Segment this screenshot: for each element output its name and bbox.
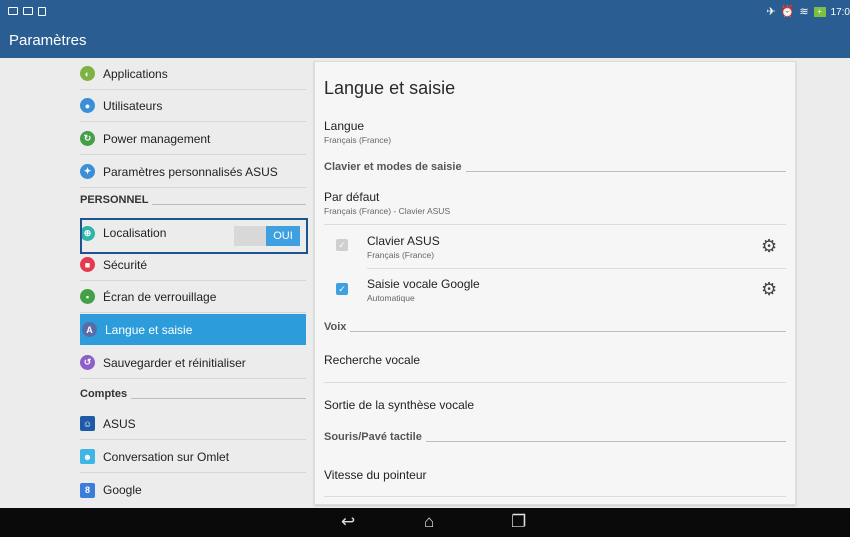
sidebar-item-applications[interactable]: ◐ Applications	[80, 58, 306, 90]
sidebar-item-label: Sauvegarder et réinitialiser	[103, 355, 246, 370]
language-value: Français (France)	[324, 135, 392, 145]
applications-icon: ◐	[80, 66, 95, 81]
sidebar-item-label: Utilisateurs	[103, 98, 163, 113]
language-setting[interactable]: Langue Français (France)	[324, 119, 786, 145]
default-keyboard-setting[interactable]: Par défaut Français (France) - Clavier A…	[324, 190, 786, 216]
divider	[131, 397, 306, 399]
divider	[324, 382, 786, 383]
battery-icon: +	[813, 7, 826, 17]
localisation-focus-box: OUI	[80, 218, 308, 254]
sidebar-item-label: Sécurité	[103, 257, 148, 272]
tts-label: Sortie de la synthèse vocale	[324, 398, 475, 412]
gallery-icon	[23, 7, 33, 15]
toggle-on-label: OUI	[266, 226, 300, 246]
google-voice-value: Automatique	[367, 293, 415, 303]
sidebar-item-label: Conversation sur Omlet	[103, 449, 230, 464]
omlet-icon: ☻	[80, 449, 95, 464]
lock-screen-icon: ▪	[80, 289, 95, 304]
settings-sidebar: ◐ Applications ● Utilisateurs ↻ Power ma…	[72, 58, 306, 508]
asus-custom-icon: ✦	[80, 164, 95, 179]
sidebar-item-asus-custom[interactable]: ✦ Paramètres personnalisés ASUS	[80, 156, 306, 188]
gear-icon[interactable]: ⚙	[761, 237, 777, 255]
sidebar-item-asus-account[interactable]: ☺ ASUS	[80, 408, 306, 440]
asus-keyboard-label: Clavier ASUS	[367, 234, 440, 248]
asus-keyboard-checkbox[interactable]: ✓	[336, 239, 348, 251]
file-icon	[38, 7, 46, 16]
sidebar-item-label: ASUS	[103, 416, 136, 431]
section-label: Voix	[324, 321, 347, 333]
users-icon: ●	[80, 98, 95, 113]
default-label: Par défaut	[324, 190, 380, 204]
mute-icon: ✈	[766, 6, 776, 18]
lock-icon: ■	[80, 257, 95, 272]
section-label: Clavier et modes de saisie	[324, 161, 462, 173]
section-label: PERSONNEL	[80, 194, 149, 206]
section-label: Souris/Pavé tactile	[324, 431, 422, 443]
sidebar-item-google[interactable]: 8 Google	[80, 474, 306, 506]
wifi-icon: ≋	[799, 6, 809, 18]
google-icon: 8	[80, 482, 95, 498]
divider	[350, 330, 786, 332]
google-voice-setting[interactable]: Saisie vocale Google Automatique	[367, 277, 747, 303]
section-comptes: Comptes	[80, 380, 306, 408]
status-bar: ✈ ⏰ ≋ + 17:0	[0, 0, 850, 25]
asus-keyboard-setting[interactable]: Clavier ASUS Français (France)	[367, 234, 747, 260]
pointer-speed-setting[interactable]: Vitesse du pointeur	[324, 468, 786, 482]
clock: 17:0	[830, 6, 850, 18]
sidebar-item-label: Power management	[103, 131, 211, 146]
section-mouse: Souris/Pavé tactile	[324, 430, 786, 444]
divider	[367, 268, 786, 269]
back-icon[interactable]: ↩	[341, 511, 355, 533]
voice-search-setting[interactable]: Recherche vocale	[324, 353, 786, 367]
sidebar-item-users[interactable]: ● Utilisateurs	[80, 90, 306, 122]
sidebar-item-lock-screen[interactable]: ▪ Écran de verrouillage	[80, 281, 306, 313]
default-value: Français (France) - Clavier ASUS	[324, 206, 451, 216]
sidebar-item-language[interactable]: A Langue et saisie	[80, 314, 306, 345]
sidebar-item-backup[interactable]: ↺ Sauvegarder et réinitialiser	[80, 347, 306, 379]
sidebar-item-label: Paramètres personnalisés ASUS	[103, 164, 278, 179]
alarm-icon: ⏰	[780, 6, 795, 18]
localisation-toggle[interactable]: OUI	[234, 226, 300, 246]
power-icon: ↻	[80, 131, 95, 146]
divider	[425, 440, 786, 442]
backup-icon: ↺	[80, 355, 95, 370]
divider	[324, 496, 786, 497]
language-label: Langue	[324, 119, 365, 133]
navigation-bar: ↩ ⌂ ❐	[0, 508, 850, 537]
sidebar-item-label: Écran de verrouillage	[103, 289, 217, 304]
screenshot-icon	[8, 7, 18, 15]
language-input-panel: Langue et saisie Langue Français (France…	[314, 61, 796, 505]
google-voice-label: Saisie vocale Google	[367, 277, 480, 291]
recents-icon[interactable]: ❐	[511, 511, 526, 533]
home-icon[interactable]: ⌂	[424, 511, 434, 533]
section-voice: Voix	[324, 320, 786, 334]
section-personnel: PERSONNEL	[80, 186, 306, 214]
divider	[465, 170, 786, 172]
section-label: Comptes	[80, 388, 128, 400]
asus-keyboard-value: Français (France)	[367, 250, 435, 260]
pointer-speed-label: Vitesse du pointeur	[324, 468, 427, 482]
section-keyboard: Clavier et modes de saisie	[324, 160, 786, 174]
sidebar-item-power[interactable]: ↻ Power management	[80, 123, 306, 155]
language-icon: A	[82, 322, 97, 337]
sidebar-item-label: Applications	[103, 66, 168, 81]
google-voice-checkbox[interactable]: ✓	[336, 283, 348, 295]
asus-account-icon: ☺	[80, 416, 95, 431]
tts-setting[interactable]: Sortie de la synthèse vocale	[324, 398, 786, 412]
app-bar: Paramètres	[0, 25, 850, 58]
voice-search-label: Recherche vocale	[324, 353, 421, 367]
panel-title: Langue et saisie	[324, 78, 456, 98]
sidebar-item-label: Google	[103, 483, 142, 497]
sidebar-item-omlet[interactable]: ☻ Conversation sur Omlet	[80, 441, 306, 473]
sidebar-item-label: Langue et saisie	[105, 322, 193, 337]
divider	[324, 224, 786, 225]
divider	[152, 203, 306, 205]
gear-icon[interactable]: ⚙	[761, 280, 777, 298]
app-title: Paramètres	[9, 32, 87, 49]
